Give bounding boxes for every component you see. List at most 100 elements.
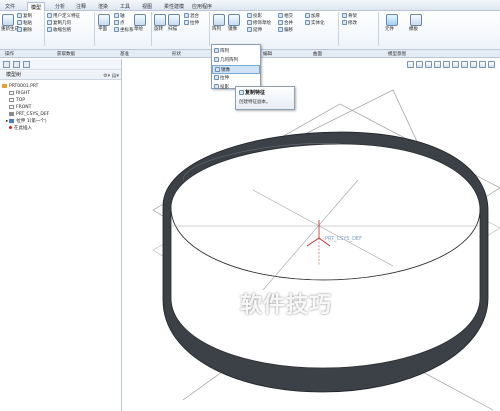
tab-flexible-modeling[interactable]: 柔性建模 xyxy=(161,2,187,11)
tree-node[interactable]: PRT0001.PRT xyxy=(2,83,120,90)
repaint-icon[interactable] xyxy=(434,61,441,68)
menu-item-geometry-pattern[interactable]: 几何阵列 xyxy=(212,56,260,65)
tab-render[interactable]: 渲染 xyxy=(95,2,111,11)
tree-node[interactable]: RIGHT xyxy=(2,90,120,97)
blend-icon xyxy=(184,13,189,18)
mirror-button[interactable]: 镜像 xyxy=(228,27,237,33)
plane-icon[interactable] xyxy=(98,14,110,26)
csys-icon xyxy=(9,111,14,116)
tree-node[interactable]: 在此插入 xyxy=(2,125,120,132)
menu-item-pattern[interactable]: 阵列 xyxy=(212,47,260,56)
group-label-operations[interactable]: 操作 xyxy=(5,51,14,57)
group-label-datum[interactable]: 基准 xyxy=(120,51,129,57)
graphics-viewport[interactable]: PRT_CSYS_DEF xyxy=(123,70,500,411)
copy-geometry-icon xyxy=(47,20,52,25)
tree-node[interactable]: TOP xyxy=(2,97,120,104)
blend-button[interactable]: 混合 xyxy=(184,13,199,20)
tree-settings-icon[interactable]: ⚙▾ ▤▾ xyxy=(103,72,119,81)
refit-icon[interactable] xyxy=(407,61,414,68)
spin-center-icon[interactable] xyxy=(479,61,486,68)
tree-node-label: 拉伸 1(第一个) xyxy=(16,119,47,124)
point-button[interactable]: 点 xyxy=(114,20,125,27)
copy-button[interactable]: 复制 xyxy=(17,13,32,20)
expand-arrow-icon[interactable]: ▸ xyxy=(6,119,8,124)
cosmetic-sketch-icon xyxy=(247,20,252,25)
extend-button[interactable]: 延伸 xyxy=(247,27,262,34)
thicken-button[interactable]: 加厚 xyxy=(305,13,320,20)
copy-geometry-button[interactable]: 复制几何 xyxy=(47,20,71,27)
mirror-icon[interactable] xyxy=(228,14,240,26)
display-style-icon[interactable] xyxy=(443,61,450,68)
group-label-get-data[interactable]: 获取数据 xyxy=(57,51,75,57)
navigator-tabs xyxy=(0,59,121,70)
group-label-shape[interactable]: 形状 xyxy=(172,51,181,57)
datum-plane-icon xyxy=(9,90,14,95)
sketch-icon[interactable] xyxy=(134,14,146,26)
menu-item-mirror[interactable]: 镜像 xyxy=(212,65,260,74)
menu-item-extrude[interactable]: 拉伸 xyxy=(212,74,260,83)
group-label-surfaces[interactable]: 曲面 xyxy=(313,51,322,57)
pattern-button[interactable]: 阵列 xyxy=(212,27,221,33)
tab-view[interactable]: 视图 xyxy=(139,2,155,11)
extruded-ring[interactable] xyxy=(162,131,489,393)
tab-analysis[interactable]: 分析 xyxy=(52,2,68,11)
regenerate-icon[interactable] xyxy=(2,14,14,26)
view-manager-icon[interactable] xyxy=(488,61,495,68)
solidify-button[interactable]: 实体化 xyxy=(305,20,325,27)
cosmetic-sketch-button[interactable]: 修饰草绘 xyxy=(247,20,271,27)
paste-button[interactable]: 粘贴 xyxy=(17,20,32,27)
graphics-toolbar xyxy=(405,59,500,70)
plane-button[interactable]: 平面 xyxy=(98,27,107,33)
shrinkwrap-button[interactable]: 收缩包络 xyxy=(47,27,71,34)
annotation-display-icon[interactable] xyxy=(470,61,477,68)
template-icon[interactable] xyxy=(410,14,422,26)
offset-button[interactable]: 偏移 xyxy=(278,27,293,34)
tab-tools[interactable]: 工具 xyxy=(117,2,133,11)
merge-button[interactable]: 合并 xyxy=(278,20,293,27)
skeleton-icon xyxy=(342,13,347,18)
udf-button[interactable]: 用户定义特征 xyxy=(47,13,80,20)
tree-node-label: FRONT xyxy=(16,105,32,110)
project-icon xyxy=(214,84,219,89)
group-divider xyxy=(44,12,45,46)
intersect-button[interactable]: 相交 xyxy=(278,13,293,20)
zoom-in-icon[interactable] xyxy=(416,61,423,68)
template-button[interactable]: 模板 xyxy=(409,27,418,33)
sweep-icon[interactable] xyxy=(168,14,180,26)
favorites-tab-icon[interactable] xyxy=(23,61,30,68)
skeleton-button[interactable]: 骨架 xyxy=(342,13,357,20)
extrude-button[interactable]: 拉伸 xyxy=(184,20,199,27)
tab-model[interactable]: 模型 xyxy=(27,2,46,11)
zoom-out-icon[interactable] xyxy=(425,61,432,68)
delete-button[interactable]: 删除 xyxy=(17,27,32,34)
model-tree-tab-icon[interactable] xyxy=(3,61,10,68)
axis-button[interactable]: 轴 xyxy=(114,13,125,20)
tree-node[interactable]: FRONT xyxy=(2,104,120,111)
solidify-icon xyxy=(305,20,310,25)
datum-display-icon[interactable] xyxy=(461,61,468,68)
folder-browser-tab-icon[interactable] xyxy=(13,61,20,68)
pattern-icon[interactable] xyxy=(213,14,225,26)
tab-applications[interactable]: 应用程序 xyxy=(189,2,215,11)
component-icon[interactable] xyxy=(386,14,398,26)
offset-icon xyxy=(278,27,283,32)
group-divider xyxy=(209,12,210,46)
csys-button[interactable]: 坐标系 xyxy=(114,27,134,34)
tree-node[interactable]: PRT_CSYS_DEF xyxy=(2,111,120,118)
group-label-model-intent[interactable]: 模型意图 xyxy=(388,51,406,57)
group-divider xyxy=(378,12,379,46)
revolve-button[interactable]: 旋转 xyxy=(154,27,163,33)
sketch-button[interactable]: 草绘 xyxy=(134,27,143,33)
component-button[interactable]: 元件 xyxy=(385,27,394,33)
modify-button[interactable]: 修改 xyxy=(342,20,357,27)
point-icon xyxy=(114,20,119,25)
saved-views-icon[interactable] xyxy=(452,61,459,68)
revolve-icon[interactable] xyxy=(154,14,166,26)
group-label-edit[interactable]: 编辑 xyxy=(263,51,272,57)
insert-icon xyxy=(9,126,12,129)
tab-file[interactable]: 文件 xyxy=(2,2,18,11)
tab-annotate[interactable]: 注释 xyxy=(73,2,89,11)
sweep-button[interactable]: 扫描 xyxy=(168,27,177,33)
project-button[interactable]: 投影 xyxy=(247,13,262,20)
tree-node[interactable]: ▸ 拉伸 1(第一个) xyxy=(2,118,120,125)
